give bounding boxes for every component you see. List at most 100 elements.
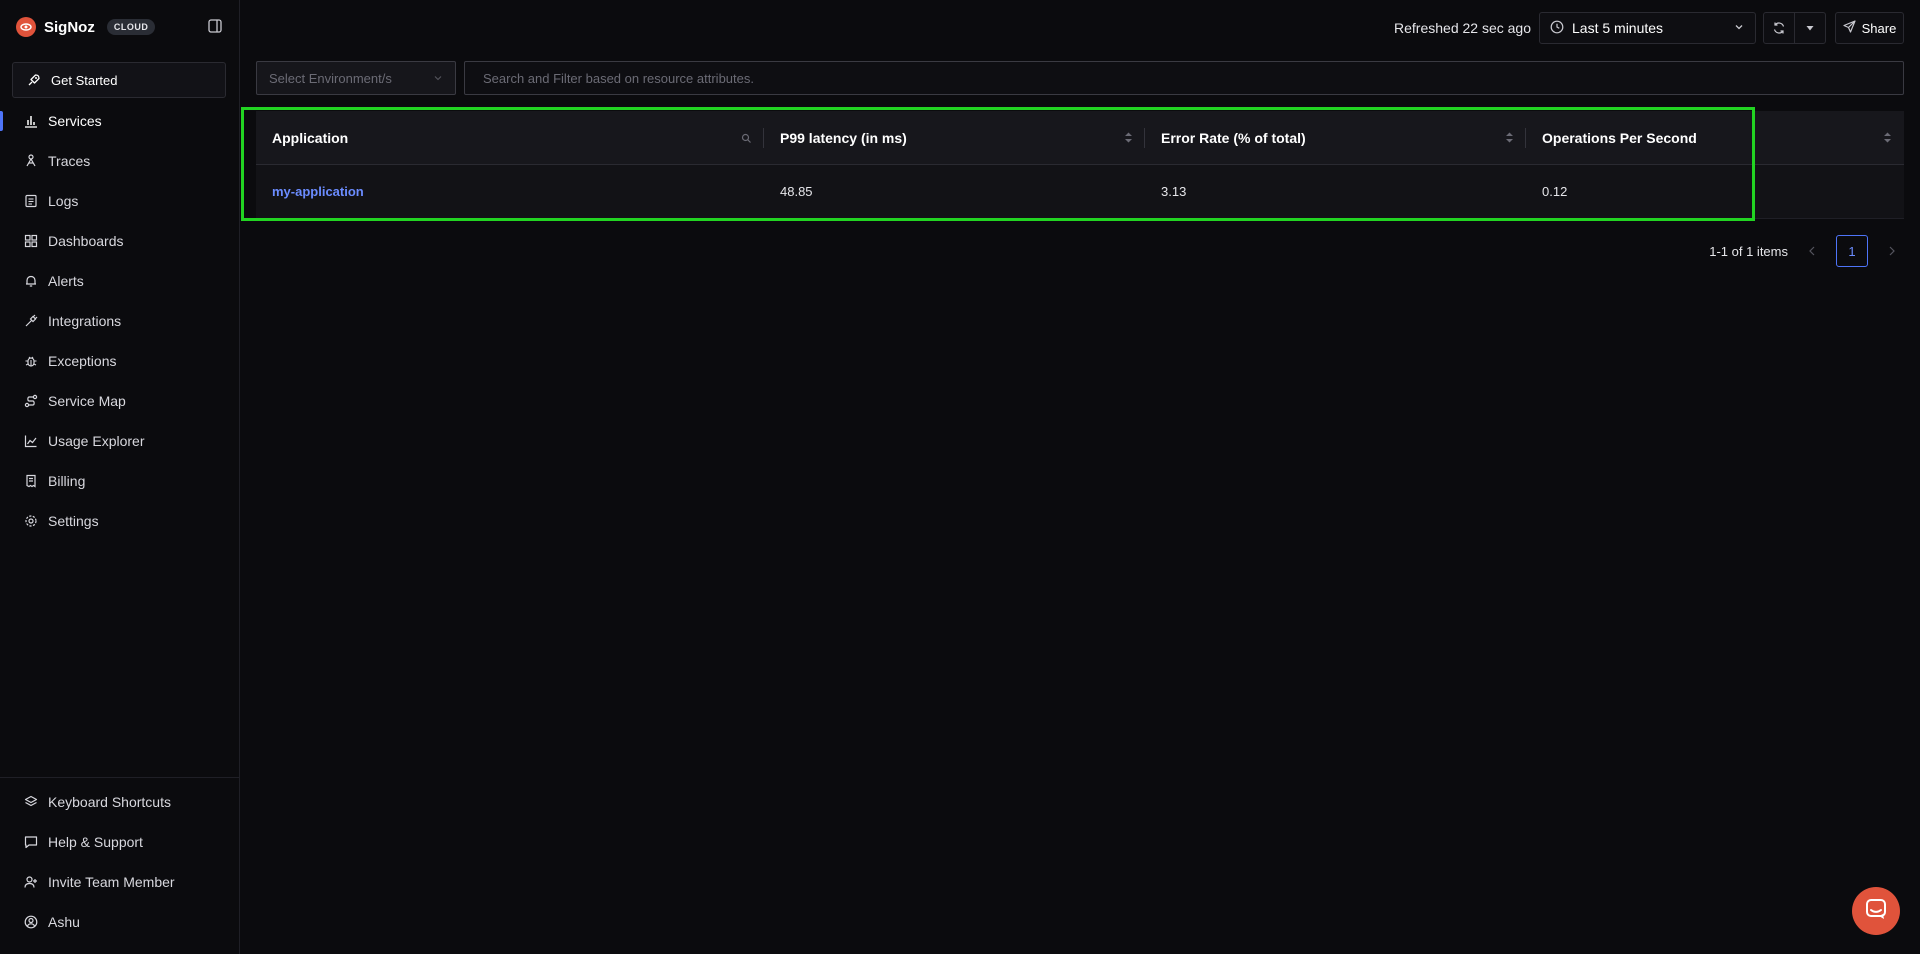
column-label: P99 latency (in ms)	[780, 129, 907, 146]
refresh-icon[interactable]	[1764, 13, 1794, 43]
time-range-select[interactable]: Last 5 minutes	[1539, 12, 1756, 44]
sidebar-item-invite-team-member[interactable]: Invite Team Member	[0, 862, 240, 902]
chat-launcher-button[interactable]	[1852, 887, 1900, 935]
logs-icon	[24, 194, 38, 208]
sidebar-item-label: Usage Explorer	[48, 433, 145, 449]
brand[interactable]: SigNoz CLOUD	[16, 16, 156, 38]
sort-icon[interactable]	[1505, 131, 1514, 147]
get-started-label: Get Started	[51, 72, 118, 88]
receipt-icon	[24, 474, 38, 488]
user-circle-icon	[24, 915, 38, 929]
line-chart-icon	[24, 434, 38, 448]
send-icon	[1843, 20, 1856, 36]
sidebar-item-label: Settings	[48, 513, 99, 529]
sidebar-item-usage-explorer[interactable]: Usage Explorer	[0, 421, 240, 461]
table-header: Application P99 latency (in ms) Error Ra…	[256, 111, 1904, 165]
column-header-p99-latency[interactable]: P99 latency (in ms)	[764, 111, 1145, 164]
cell-p99-latency: 48.85	[780, 184, 813, 199]
column-header-application[interactable]: Application	[256, 111, 764, 164]
user-plus-icon	[24, 875, 38, 889]
sidebar-item-label: Service Map	[48, 393, 126, 409]
time-range-value: Last 5 minutes	[1572, 20, 1664, 36]
chevron-down-icon	[433, 71, 443, 86]
page-number[interactable]: 1	[1836, 235, 1868, 267]
traces-icon	[24, 154, 38, 168]
table-row[interactable]: my-application 48.85 3.13 0.12	[256, 165, 1904, 219]
chat-icon	[1865, 898, 1887, 925]
sidebar-item-exceptions[interactable]: Exceptions	[0, 341, 240, 381]
sidebar-item-help-support[interactable]: Help & Support	[0, 822, 240, 862]
sidebar-item-label: Exceptions	[48, 353, 117, 369]
share-button[interactable]: Share	[1835, 12, 1904, 44]
chevron-left-icon[interactable]	[1800, 235, 1824, 267]
bell-icon	[24, 274, 38, 288]
sidebar-item-label: Ashu	[48, 914, 80, 930]
sidebar-item-settings[interactable]: Settings	[0, 501, 240, 541]
dashboards-icon	[24, 234, 38, 248]
share-label: Share	[1861, 20, 1897, 36]
chevron-down-icon	[1733, 20, 1745, 36]
search-icon[interactable]	[741, 131, 752, 147]
signoz-logo-icon	[16, 17, 36, 37]
layers-icon	[24, 795, 38, 809]
sidebar-bottom: Keyboard Shortcuts Help & Support Invite…	[0, 777, 240, 942]
refreshed-status: Refreshed 22 sec ago	[1394, 20, 1531, 36]
get-started-button[interactable]: Get Started	[12, 62, 226, 98]
bug-icon	[24, 354, 38, 368]
environment-select[interactable]: Select Environment/s	[256, 61, 456, 95]
sidebar-item-label: Integrations	[48, 313, 122, 329]
sidebar-item-label: Keyboard Shortcuts	[48, 794, 171, 810]
bar-chart-icon	[24, 114, 38, 128]
rocket-icon	[27, 73, 41, 87]
sidebar-item-dashboards[interactable]: Dashboards	[0, 221, 240, 261]
sidebar-item-service-map[interactable]: Service Map	[0, 381, 240, 421]
sidebar-item-billing[interactable]: Billing	[0, 461, 240, 501]
column-label: Application	[272, 129, 349, 146]
sort-icon[interactable]	[1883, 131, 1892, 147]
gear-icon	[24, 514, 38, 528]
sidebar-item-label: Help & Support	[48, 834, 143, 850]
cell-operations-per-second: 0.12	[1542, 184, 1568, 199]
sidebar-collapse-icon[interactable]	[206, 17, 224, 35]
resource-search-input[interactable]: Search and Filter based on resource attr…	[464, 61, 1904, 95]
brand-badge: CLOUD	[106, 19, 156, 35]
caret-down-icon[interactable]	[1794, 13, 1825, 43]
route-icon	[24, 394, 38, 408]
sidebar-item-logs[interactable]: Logs	[0, 181, 240, 221]
application-link[interactable]: my-application	[272, 184, 364, 199]
services-table: Application P99 latency (in ms) Error Ra…	[256, 111, 1904, 219]
column-header-error-rate[interactable]: Error Rate (% of total)	[1145, 111, 1526, 164]
sidebar-item-label: Dashboards	[48, 233, 124, 249]
sidebar-nav: Services Traces Logs Dashboards Alerts I…	[0, 101, 240, 541]
chevron-right-icon[interactable]	[1880, 235, 1904, 267]
sidebar-item-label: Alerts	[48, 273, 84, 289]
sidebar-item-services[interactable]: Services	[0, 101, 240, 141]
environment-placeholder: Select Environment/s	[269, 70, 392, 86]
clock-icon	[1550, 20, 1564, 37]
column-header-operations-per-second[interactable]: Operations Per Second	[1526, 111, 1904, 164]
cell-application[interactable]: my-application	[256, 165, 764, 218]
sidebar-item-integrations[interactable]: Integrations	[0, 301, 240, 341]
column-label: Error Rate (% of total)	[1161, 129, 1306, 146]
plug-icon	[24, 314, 38, 328]
sidebar-item-label: Logs	[48, 193, 79, 209]
search-placeholder: Search and Filter based on resource attr…	[483, 70, 754, 86]
sidebar-item-keyboard-shortcuts[interactable]: Keyboard Shortcuts	[0, 782, 240, 822]
sidebar-item-label: Invite Team Member	[48, 874, 175, 890]
pagination: 1-1 of 1 items 1	[1709, 235, 1904, 267]
refresh-controls	[1763, 12, 1826, 44]
sidebar-item-label: Services	[48, 113, 102, 129]
brand-name: SigNoz	[44, 18, 95, 36]
column-label: Operations Per Second	[1542, 129, 1697, 146]
sidebar-item-alerts[interactable]: Alerts	[0, 261, 240, 301]
app-root: SigNoz CLOUD Get Started Services Traces	[0, 0, 1920, 954]
sidebar-item-traces[interactable]: Traces	[0, 141, 240, 181]
sidebar: SigNoz CLOUD Get Started Services Traces	[0, 0, 240, 954]
sidebar-item-user[interactable]: Ashu	[0, 902, 240, 942]
sort-icon[interactable]	[1124, 131, 1133, 147]
sidebar-item-label: Billing	[48, 473, 86, 489]
message-icon	[24, 835, 38, 849]
cell-error-rate: 3.13	[1161, 184, 1187, 199]
sidebar-item-label: Traces	[48, 153, 91, 169]
pagination-summary: 1-1 of 1 items	[1709, 243, 1788, 259]
